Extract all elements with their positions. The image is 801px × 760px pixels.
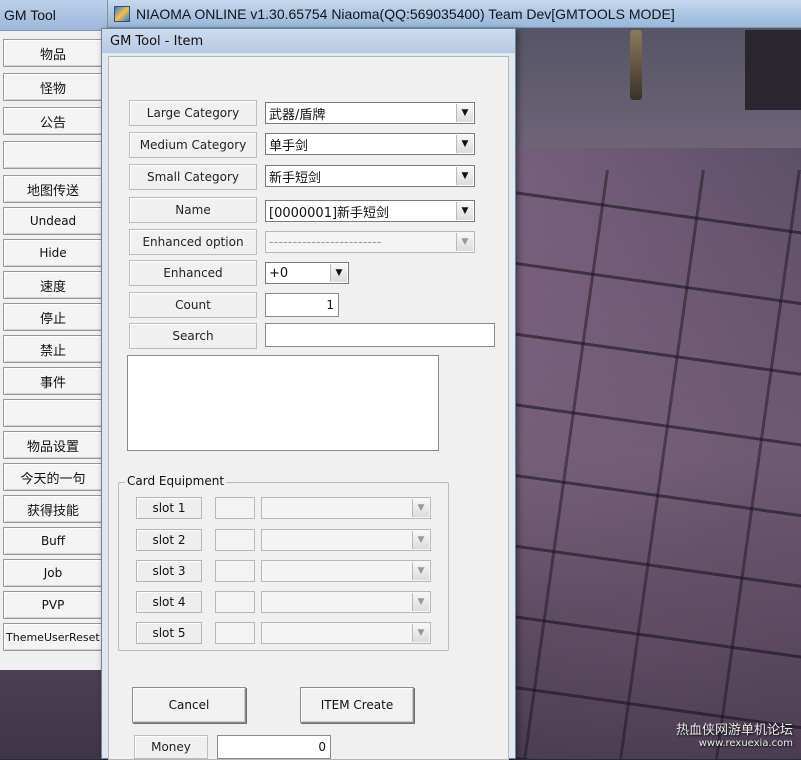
- chevron-down-icon[interactable]: ▼: [456, 135, 473, 153]
- count-field[interactable]: 1: [265, 293, 339, 317]
- sidebar-item-speed[interactable]: 速度: [3, 271, 103, 299]
- sidebar-item-event[interactable]: 事件: [3, 367, 103, 395]
- item-create-button[interactable]: ITEM Create: [300, 687, 414, 723]
- small-category-select[interactable]: 新手短剑 ▼: [265, 165, 475, 187]
- gm-tool-sidebar: GM Tool 物品 怪物 公告 地图传送 Undead Hide 速度 停止 …: [0, 0, 108, 670]
- slot-1-label: slot 1: [136, 497, 202, 519]
- dialog-title: GM Tool - Item: [102, 29, 515, 53]
- medium-category-value: 单手剑: [269, 138, 309, 154]
- scene-lamp: [630, 30, 642, 100]
- sidebar-title: GM Tool: [0, 0, 107, 31]
- money-label: Money: [134, 735, 208, 759]
- slot-3-select: ▼: [261, 560, 431, 582]
- slot-2-select: ▼: [261, 529, 431, 551]
- chevron-down-icon[interactable]: ▼: [330, 264, 347, 282]
- slot-4-box: [215, 591, 255, 613]
- sidebar-item-theme-user-reset[interactable]: ThemeUserReset: [3, 623, 103, 651]
- count-label: Count: [129, 292, 257, 318]
- medium-category-select[interactable]: 单手剑 ▼: [265, 133, 475, 155]
- sidebar-item-notice[interactable]: 公告: [3, 107, 103, 135]
- sidebar-item-monsters[interactable]: 怪物: [3, 73, 103, 101]
- chevron-down-icon: ▼: [412, 593, 429, 611]
- slot-5-select: ▼: [261, 622, 431, 644]
- chevron-down-icon: ▼: [412, 499, 429, 517]
- enhanced-label: Enhanced: [129, 260, 257, 286]
- chevron-down-icon: ▼: [412, 531, 429, 549]
- slot-1-box: [215, 497, 255, 519]
- enhanced-option-value: ------------------------: [269, 234, 382, 250]
- watermark: 热血侠网游单机论坛 www.rexuexia.com: [676, 719, 793, 749]
- sidebar-item-map-teleport[interactable]: 地图传送: [3, 175, 103, 203]
- money-field[interactable]: 0: [217, 735, 331, 759]
- small-category-label: Small Category: [129, 164, 257, 190]
- search-label: Search: [129, 323, 257, 349]
- window-title: NIAOMA ONLINE v1.30.65754 Niaoma(QQ:5690…: [136, 5, 675, 22]
- search-input[interactable]: [265, 323, 495, 347]
- watermark-site-name: 热血侠网游单机论坛: [675, 723, 793, 738]
- slot-2-label: slot 2: [136, 529, 202, 551]
- search-results-list[interactable]: [127, 355, 439, 451]
- sidebar-item-buff[interactable]: Buff: [3, 527, 103, 555]
- sidebar-item-ban[interactable]: 禁止: [3, 335, 103, 363]
- chevron-down-icon[interactable]: ▼: [456, 104, 473, 122]
- item-dialog: GM Tool - Item Large Category 武器/盾牌 ▼ Me…: [101, 28, 516, 760]
- slot-4-select: ▼: [261, 591, 431, 613]
- name-select[interactable]: [0000001]新手短剑 ▼: [265, 200, 475, 222]
- sidebar-item-get-skills[interactable]: 获得技能: [3, 495, 103, 523]
- large-category-label: Large Category: [129, 100, 257, 126]
- slot-3-label: slot 3: [136, 560, 202, 582]
- name-value: [0000001]新手短剑: [269, 205, 390, 221]
- sidebar-item-items[interactable]: 物品: [3, 39, 103, 67]
- sidebar-item-daily-quote[interactable]: 今天的一句: [3, 463, 103, 491]
- slot-5-box: [215, 622, 255, 644]
- scene-structure: [745, 30, 801, 110]
- cancel-button[interactable]: Cancel: [132, 687, 246, 723]
- slot-3-box: [215, 560, 255, 582]
- small-category-value: 新手短剑: [269, 170, 322, 186]
- enhanced-option-select: ------------------------ ▼: [265, 231, 475, 253]
- slot-5-label: slot 5: [136, 622, 202, 644]
- scene-floor-tiles: [510, 170, 801, 759]
- sidebar-item-item-settings[interactable]: 物品设置: [3, 431, 103, 459]
- slot-1-select: ▼: [261, 497, 431, 519]
- large-category-select[interactable]: 武器/盾牌 ▼: [265, 102, 475, 124]
- dialog-client-area: Large Category 武器/盾牌 ▼ Medium Category 单…: [108, 56, 509, 760]
- watermark-url: www.rexuexia.com: [698, 738, 793, 749]
- card-equipment-legend: Card Equipment: [125, 474, 227, 488]
- name-label: Name: [129, 197, 257, 223]
- app-icon: [114, 5, 130, 22]
- enhanced-value: +0: [269, 265, 289, 281]
- sidebar-item-undead[interactable]: Undead: [3, 207, 103, 235]
- large-category-value: 武器/盾牌: [269, 107, 326, 123]
- window-titlebar: NIAOMA ONLINE v1.30.65754 Niaoma(QQ:5690…: [108, 0, 801, 28]
- sidebar-item-pvp[interactable]: PVP: [3, 591, 103, 619]
- chevron-down-icon: ▼: [412, 624, 429, 642]
- sidebar-item-stop[interactable]: 停止: [3, 303, 103, 331]
- slot-2-box: [215, 529, 255, 551]
- sidebar-item-blank-2[interactable]: [3, 399, 103, 427]
- sidebar-item-job[interactable]: Job: [3, 559, 103, 587]
- chevron-down-icon: ▼: [412, 562, 429, 580]
- enhanced-option-label: Enhanced option: [129, 229, 257, 255]
- chevron-down-icon[interactable]: ▼: [456, 167, 473, 185]
- card-equipment-group: Card Equipment slot 1 ▼ slot 2 ▼ slot 3 …: [118, 474, 449, 651]
- enhanced-select[interactable]: +0 ▼: [265, 262, 349, 284]
- sidebar-item-blank[interactable]: [3, 141, 103, 169]
- chevron-down-icon: ▼: [456, 233, 473, 251]
- slot-4-label: slot 4: [136, 591, 202, 613]
- sidebar-item-hide[interactable]: Hide: [3, 239, 103, 267]
- chevron-down-icon[interactable]: ▼: [456, 202, 473, 220]
- medium-category-label: Medium Category: [129, 132, 257, 158]
